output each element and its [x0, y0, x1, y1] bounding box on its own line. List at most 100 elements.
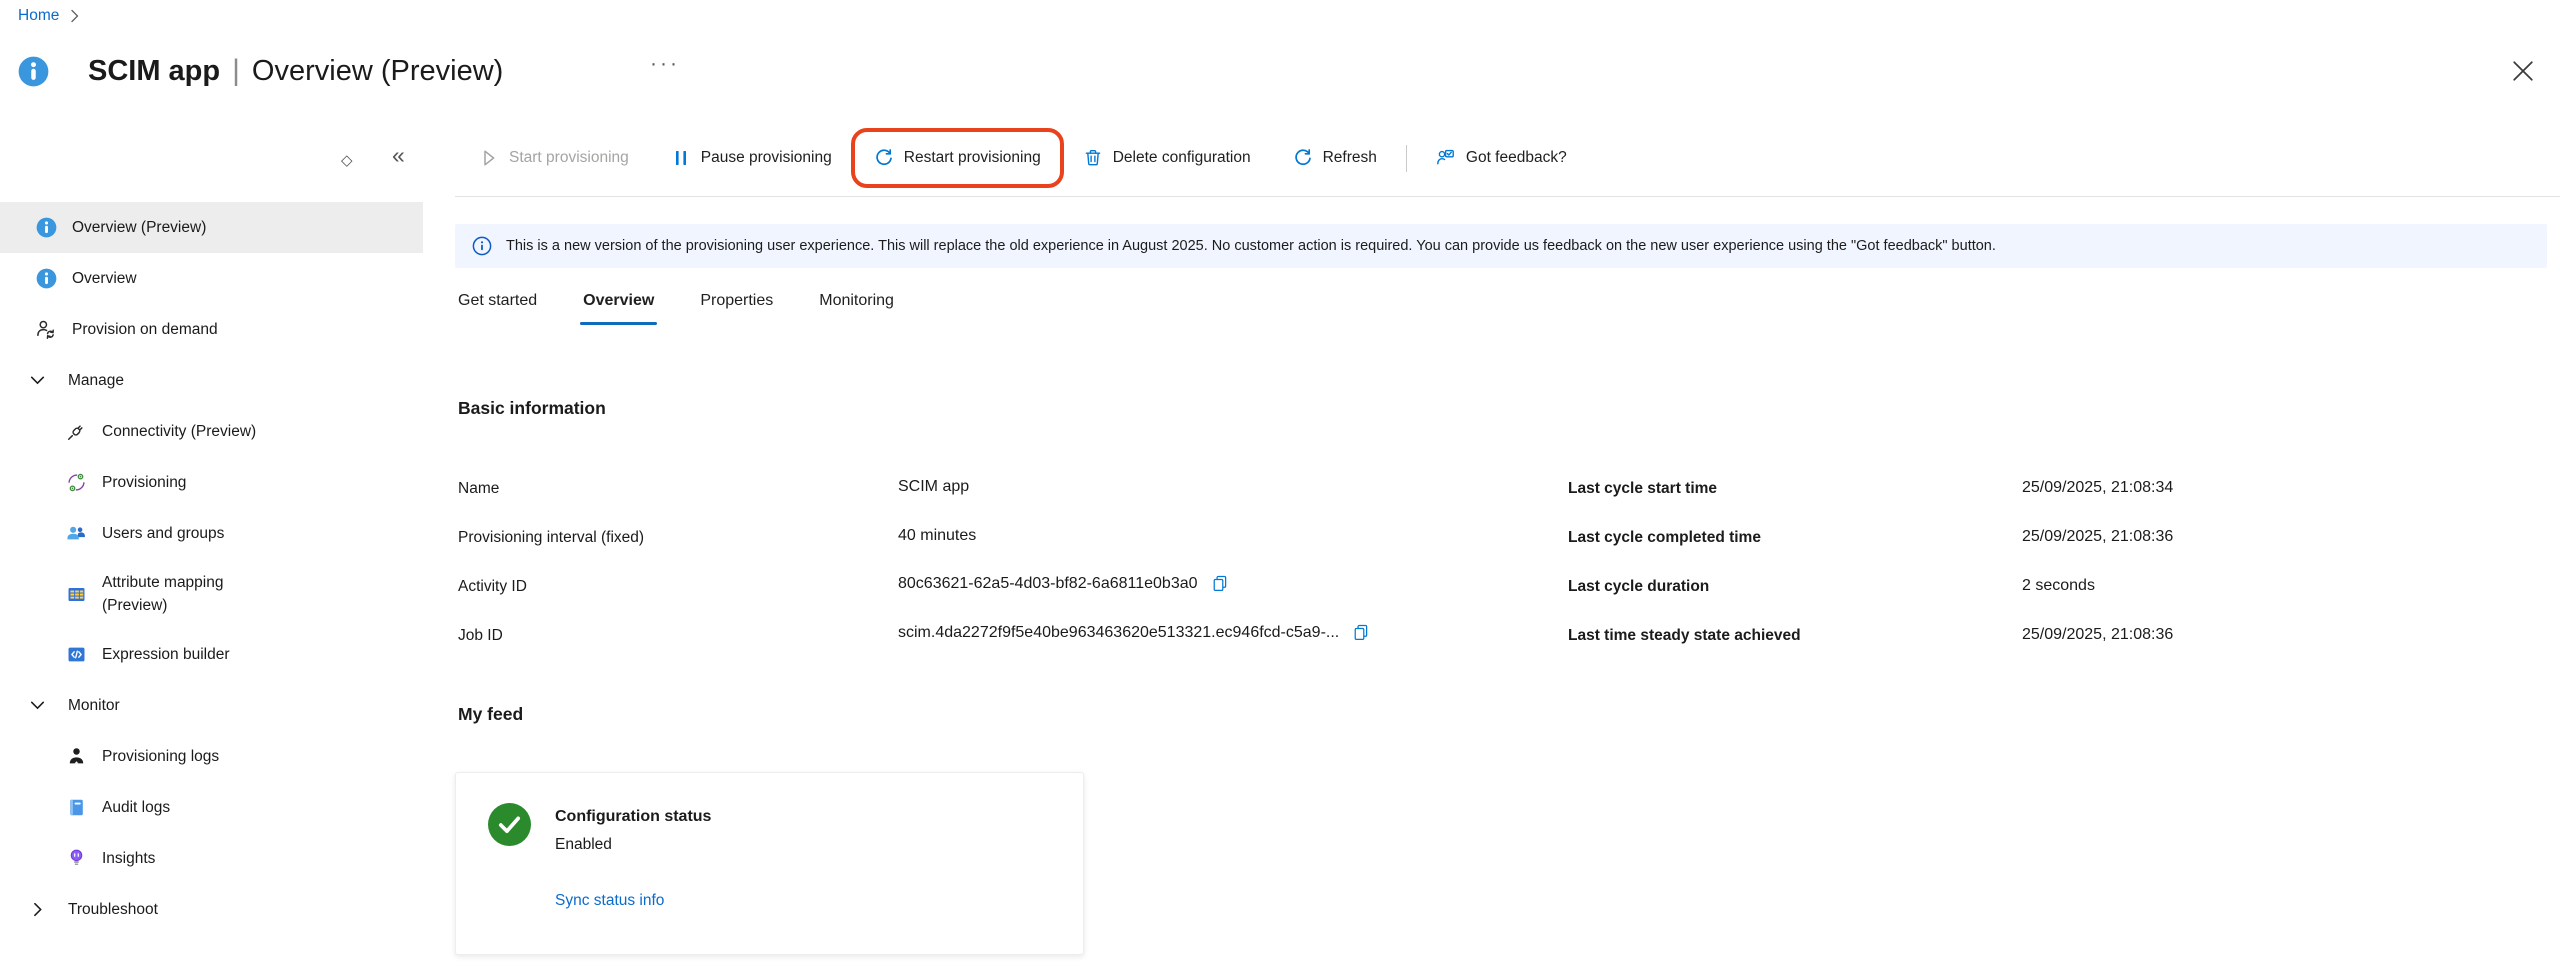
sidebar-item-users-and-groups[interactable]: Users and groups [0, 508, 423, 559]
restart-provisioning-button[interactable]: Restart provisioning [853, 135, 1062, 181]
sidebar-item-connectivity[interactable]: Connectivity (Preview) [0, 406, 423, 457]
sync-status-info-link[interactable]: Sync status info [555, 892, 664, 910]
check-circle-icon [488, 803, 531, 846]
collapse-sidebar-icon[interactable]: « [392, 142, 405, 169]
value-text: 80c63621-62a5-4d03-bf82-6a6811e0b3a0 [898, 575, 1198, 593]
copy-icon[interactable] [1352, 623, 1371, 642]
more-options-icon[interactable]: ··· [650, 52, 680, 76]
tab-monitoring[interactable]: Monitoring [819, 292, 894, 325]
info-icon [36, 217, 57, 238]
provisioning-icon [66, 472, 87, 493]
last-cycle-completed-label: Last cycle completed time [1568, 529, 1761, 547]
title-separator: | [232, 53, 240, 89]
last-cycle-duration-label: Last cycle duration [1568, 578, 1709, 596]
sidebar-group-monitor[interactable]: Monitor [0, 680, 423, 731]
sidebar-item-label: Provision on demand [72, 321, 218, 339]
sidebar-item-expression-builder[interactable]: Expression builder [0, 629, 423, 680]
refresh-button[interactable]: Refresh [1272, 135, 1398, 181]
code-icon [66, 644, 87, 665]
value-text: SCIM app [898, 478, 969, 496]
sidebar-group-manage[interactable]: Manage [0, 355, 423, 406]
job-id-value: scim.4da2272f9f5e40be963463620e513321.ec… [898, 623, 1371, 642]
copy-icon[interactable] [1211, 574, 1230, 593]
trash-icon [1083, 148, 1103, 168]
name-label: Name [458, 480, 499, 498]
pause-icon [671, 148, 691, 168]
app-name: SCIM app [88, 53, 220, 89]
page-title: SCIM app | Overview (Preview) [88, 53, 503, 89]
sidebar-item-overview-preview[interactable]: Overview (Preview) [0, 202, 423, 253]
activity-id-value: 80c63621-62a5-4d03-bf82-6a6811e0b3a0 [898, 574, 1230, 593]
card-title: Configuration status [555, 808, 711, 826]
provisioning-interval-value: 40 minutes [898, 527, 976, 545]
book-icon [66, 797, 87, 818]
sidebar-item-insights[interactable]: Insights [0, 833, 423, 884]
button-label: Delete configuration [1113, 149, 1251, 167]
button-label: Restart provisioning [904, 149, 1041, 167]
pause-provisioning-button[interactable]: Pause provisioning [650, 135, 853, 181]
start-provisioning-button[interactable]: Start provisioning [458, 135, 650, 181]
sidebar-item-label: Overview [72, 270, 137, 288]
tab-overview[interactable]: Overview [583, 292, 654, 325]
last-cycle-start-label: Last cycle start time [1568, 480, 1717, 498]
last-steady-state-value: 25/09/2025, 21:08:36 [2022, 626, 2173, 644]
delete-configuration-button[interactable]: Delete configuration [1062, 135, 1272, 181]
basic-information-title: Basic information [458, 398, 606, 419]
toolbar-rule [455, 196, 2560, 197]
table-icon [66, 584, 87, 605]
page-subtitle: Overview (Preview) [252, 53, 503, 89]
close-icon[interactable] [2512, 60, 2534, 82]
banner-text: This is a new version of the provisionin… [506, 238, 1996, 254]
sidebar-item-provisioning[interactable]: Provisioning [0, 457, 423, 508]
sidebar-group-label: Monitor [68, 697, 120, 715]
sidebar-item-provision-on-demand[interactable]: Provision on demand [0, 304, 423, 355]
last-steady-state-label: Last time steady state achieved [1568, 627, 1801, 645]
resize-handle-icon[interactable]: ◇ [341, 151, 353, 169]
tab-get-started[interactable]: Get started [458, 292, 537, 325]
sidebar-item-overview[interactable]: Overview [0, 253, 423, 304]
feedback-icon [1436, 148, 1456, 168]
plug-icon [66, 421, 87, 442]
last-cycle-start-value: 25/09/2025, 21:08:34 [2022, 479, 2173, 497]
tab-bar: Get started Overview Properties Monitori… [458, 292, 894, 325]
sidebar-item-label: Connectivity (Preview) [102, 423, 256, 441]
sidebar-item-label: Users and groups [102, 525, 224, 543]
users-icon [66, 523, 87, 544]
sidebar-item-label: Audit logs [102, 799, 170, 817]
command-bar: Start provisioning Pause provisioning Re… [458, 135, 1588, 181]
button-label: Got feedback? [1466, 149, 1567, 167]
sidebar: Overview (Preview) Overview Provision on… [0, 202, 423, 935]
info-icon [18, 56, 49, 87]
sidebar-item-label: Overview (Preview) [72, 219, 206, 237]
sidebar-group-troubleshoot[interactable]: Troubleshoot [0, 884, 423, 935]
sidebar-item-label: Provisioning logs [102, 748, 219, 766]
lightbulb-icon [66, 848, 87, 869]
info-banner: This is a new version of the provisionin… [455, 224, 2547, 268]
last-cycle-duration-value: 2 seconds [2022, 577, 2095, 595]
info-icon [36, 268, 57, 289]
value-text: scim.4da2272f9f5e40be963463620e513321.ec… [898, 624, 1339, 642]
sidebar-item-label: Provisioning [102, 474, 186, 492]
chevron-down-icon [27, 370, 48, 391]
sidebar-group-label: Manage [68, 372, 124, 390]
activity-id-label: Activity ID [458, 578, 527, 596]
toolbar-divider [1406, 145, 1407, 172]
sidebar-item-audit-logs[interactable]: Audit logs [0, 782, 423, 833]
sidebar-group-label: Troubleshoot [68, 901, 158, 919]
button-label: Start provisioning [509, 149, 629, 167]
sidebar-item-label: Expression builder [102, 646, 230, 664]
breadcrumb-home-link[interactable]: Home [18, 7, 59, 25]
refresh-icon [1293, 148, 1313, 168]
info-outline-icon [472, 236, 492, 256]
person-icon [66, 746, 87, 767]
got-feedback-button[interactable]: Got feedback? [1415, 135, 1588, 181]
tab-properties[interactable]: Properties [700, 292, 773, 325]
button-label: Pause provisioning [701, 149, 832, 167]
configuration-status-card: Configuration status Enabled Sync status… [455, 772, 1084, 955]
value-text: 40 minutes [898, 527, 976, 545]
name-value: SCIM app [898, 478, 969, 496]
sidebar-item-label: Attribute mapping (Preview) [102, 571, 272, 618]
status-value: Enabled [555, 836, 612, 854]
sidebar-item-attribute-mapping[interactable]: Attribute mapping (Preview) [0, 559, 423, 629]
sidebar-item-provisioning-logs[interactable]: Provisioning logs [0, 731, 423, 782]
